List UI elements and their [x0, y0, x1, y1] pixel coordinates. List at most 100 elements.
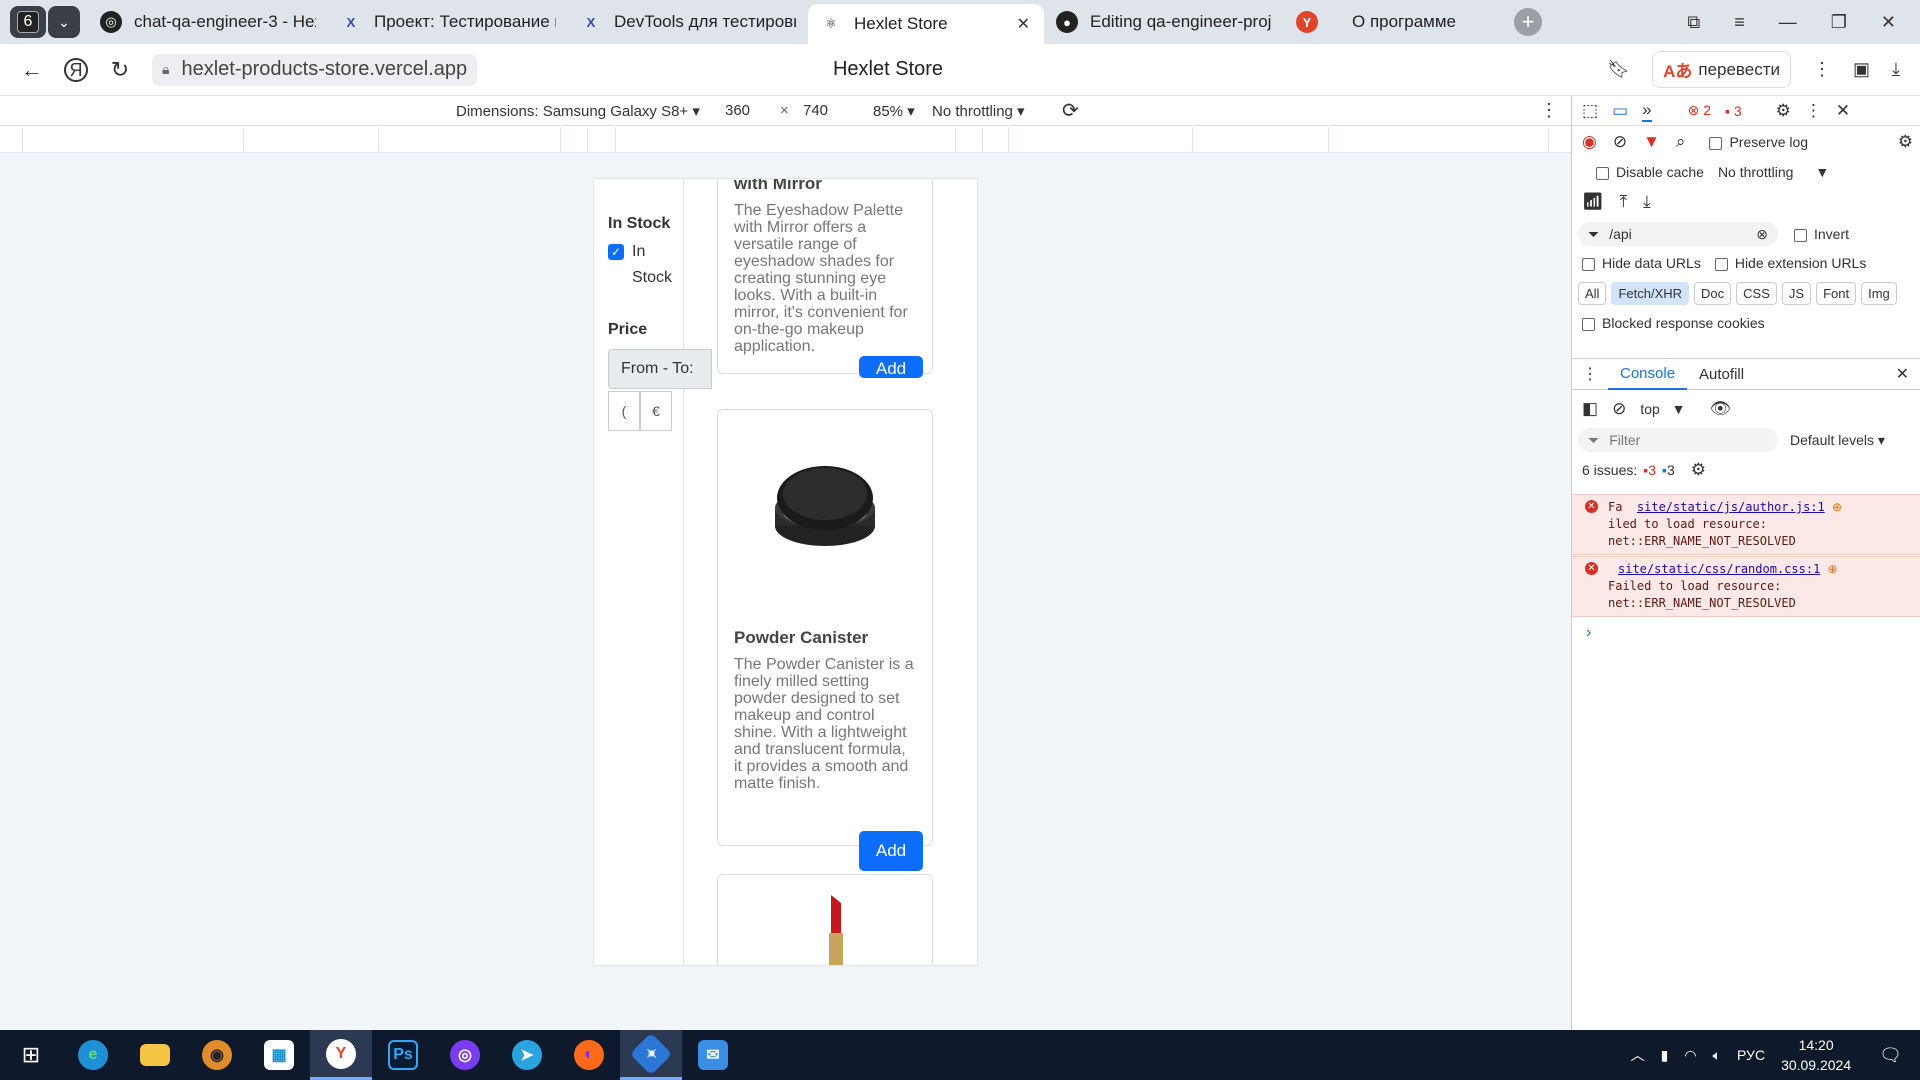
network-filter-input[interactable]: ⏷ /api ⊗: [1578, 222, 1778, 246]
reload-icon[interactable]: ↻: [106, 57, 134, 83]
edge-icon[interactable]: e: [62, 1030, 124, 1080]
network-settings-icon[interactable]: ⚙: [1898, 132, 1913, 152]
url-field[interactable]: 🔒︎ hexlet-products-store.vercel.app: [152, 53, 478, 86]
notifications-icon[interactable]: 🗨︎: [1879, 1045, 1902, 1066]
rotate-icon[interactable]: ⟳: [1062, 98, 1079, 123]
live-expression-eye-icon[interactable]: 👁︎: [1710, 399, 1732, 419]
signal-icon[interactable]: ▮: [1661, 1047, 1669, 1064]
source-link[interactable]: site/static/css/random.css:1: [1618, 562, 1820, 576]
close-drawer-icon[interactable]: ✕: [1896, 364, 1920, 384]
tab-counter-button[interactable]: 6: [10, 6, 46, 38]
clock[interactable]: 14:20 30.09.2024: [1781, 1035, 1851, 1075]
in-stock-checkbox-row[interactable]: ✓ In Stock: [608, 239, 683, 291]
tab-chat-qa[interactable]: ◎ chat-qa-engineer-3 - Hex: [88, 4, 328, 40]
more-vertical-icon[interactable]: ⋮: [1813, 59, 1831, 80]
device-toggle-icon[interactable]: ▭: [1612, 101, 1628, 121]
add-to-cart-button[interactable]: Add: [859, 356, 923, 378]
clear-console-icon[interactable]: ⊘: [1612, 399, 1626, 419]
record-icon[interactable]: ◉: [1582, 132, 1597, 152]
media-query-ruler[interactable]: [0, 127, 1571, 153]
network-conditions-icon[interactable]: 📶︎: [1582, 192, 1604, 212]
error-count-badge[interactable]: ⊗ 2: [1688, 102, 1711, 119]
preserve-log-checkbox[interactable]: Preserve log: [1709, 134, 1808, 150]
type-img[interactable]: Img: [1861, 281, 1897, 305]
filter-icon[interactable]: ▼: [1643, 132, 1660, 152]
telegram-icon[interactable]: ➤: [496, 1030, 558, 1080]
add-to-cart-button[interactable]: Add: [859, 831, 923, 871]
inspect-element-icon[interactable]: ⬚: [1582, 101, 1598, 121]
language-indicator[interactable]: РУС: [1737, 1047, 1765, 1063]
sidebar-toggle-icon[interactable]: ◧: [1582, 399, 1598, 419]
restore-icon[interactable]: ❐: [1831, 12, 1847, 33]
type-fetch-xhr[interactable]: Fetch/XHR: [1611, 281, 1690, 305]
file-explorer-icon[interactable]: [124, 1030, 186, 1080]
tab-about[interactable]: Y О программе: [1284, 4, 1494, 40]
tab-autofill[interactable]: Autofill: [1687, 358, 1756, 390]
issues-settings-icon[interactable]: ⚙: [1691, 460, 1706, 480]
context-select[interactable]: top ▼: [1640, 401, 1685, 417]
network-throttling-select[interactable]: No throttling ▼: [1718, 164, 1829, 180]
tab-github-editing[interactable]: ● Editing qa-engineer-proje: [1044, 4, 1284, 40]
windows-start-icon[interactable]: ⊞: [0, 1030, 62, 1080]
volume-icon[interactable]: 🔈︎: [1713, 1047, 1721, 1064]
device-dimensions-select[interactable]: Dimensions: Samsung Galaxy S8+ ▾: [456, 102, 700, 120]
clear-filter-icon[interactable]: ⊗: [1756, 226, 1768, 243]
tab-console[interactable]: Console: [1608, 358, 1688, 390]
price-to-input[interactable]: €: [640, 391, 672, 431]
wifi-icon[interactable]: ◠: [1684, 1047, 1696, 1064]
issues-error-badge[interactable]: ▪3: [1643, 462, 1656, 478]
sidepanel-icon[interactable]: ▣: [1853, 59, 1870, 80]
device-more-icon[interactable]: ⋮: [1540, 100, 1558, 121]
type-css[interactable]: CSS: [1736, 281, 1777, 305]
hide-extension-urls-checkbox[interactable]: Hide extension URLs: [1714, 255, 1866, 271]
vscode-like-app-icon[interactable]: ✦: [620, 1030, 682, 1080]
tab-list-dropdown-icon[interactable]: ⌄: [48, 6, 80, 38]
disable-cache-checkbox[interactable]: Disable cache: [1596, 164, 1704, 180]
hide-data-urls-checkbox[interactable]: Hide data URLs: [1582, 255, 1701, 271]
console-prompt-icon[interactable]: ›: [1586, 624, 1591, 642]
yandex-browser-icon[interactable]: Y: [310, 1030, 372, 1080]
more-panels-icon[interactable]: »: [1642, 100, 1652, 122]
search-icon[interactable]: ⌕: [1676, 132, 1686, 152]
back-icon[interactable]: ←: [18, 57, 46, 83]
viewer-app-icon[interactable]: ◉: [186, 1030, 248, 1080]
tab-devtools[interactable]: X DevTools для тестировщ: [568, 4, 808, 40]
device-height-input[interactable]: 740: [803, 102, 828, 119]
in-stock-checkbox[interactable]: ✓: [608, 244, 624, 260]
minimize-icon[interactable]: —: [1779, 12, 1797, 33]
collections-icon[interactable]: ⧉: [1687, 12, 1700, 33]
console-filter-input[interactable]: ⏷ Filter: [1578, 428, 1778, 452]
throttling-select[interactable]: No throttling ▾: [932, 102, 1025, 120]
close-window-icon[interactable]: ✕: [1881, 12, 1896, 33]
close-devtools-icon[interactable]: ✕: [1836, 101, 1850, 121]
tab-project-testing[interactable]: X Проект: Тестирование и: [328, 4, 568, 40]
type-all[interactable]: All: [1578, 281, 1607, 305]
close-tab-icon[interactable]: ✕: [1017, 14, 1030, 34]
store-app-icon[interactable]: ▦: [248, 1030, 310, 1080]
source-link[interactable]: site/static/js/author.js:1: [1637, 500, 1825, 514]
firefox-icon[interactable]: ◐: [558, 1030, 620, 1080]
chevron-up-icon[interactable]: ︿: [1631, 1045, 1645, 1065]
download-icon[interactable]: ⤓: [1892, 59, 1900, 80]
photoshop-icon[interactable]: Ps: [372, 1030, 434, 1080]
price-from-input[interactable]: (: [608, 391, 640, 431]
devtools-menu-icon[interactable]: ⋮: [1805, 101, 1822, 121]
settings-icon[interactable]: ⚙: [1776, 101, 1791, 121]
tab-hexlet-store[interactable]: ⚛ Hexlet Store ✕: [808, 4, 1044, 44]
type-doc[interactable]: Doc: [1694, 281, 1732, 305]
type-js[interactable]: JS: [1781, 281, 1812, 305]
yandex-home-icon[interactable]: Я: [64, 57, 88, 82]
mail-icon[interactable]: ✉: [682, 1030, 744, 1080]
menu-icon[interactable]: ≡: [1734, 12, 1745, 33]
translate-button[interactable]: Aあ перевести: [1652, 51, 1792, 88]
clear-icon[interactable]: ⊘: [1613, 132, 1627, 152]
bookmark-icon[interactable]: 🔖︎: [1607, 59, 1630, 80]
new-tab-button[interactable]: +: [1514, 8, 1542, 36]
issues-info-badge[interactable]: ▪3: [1662, 462, 1675, 478]
export-har-icon[interactable]: ⤓: [1643, 192, 1651, 212]
invert-checkbox[interactable]: Invert: [1794, 226, 1849, 242]
log-levels-select[interactable]: Default levels ▾: [1790, 432, 1885, 449]
zoom-select[interactable]: 85% ▾: [873, 102, 915, 120]
blocked-cookies-checkbox[interactable]: Blocked response cookies: [1582, 315, 1765, 331]
type-font[interactable]: Font: [1816, 281, 1857, 305]
